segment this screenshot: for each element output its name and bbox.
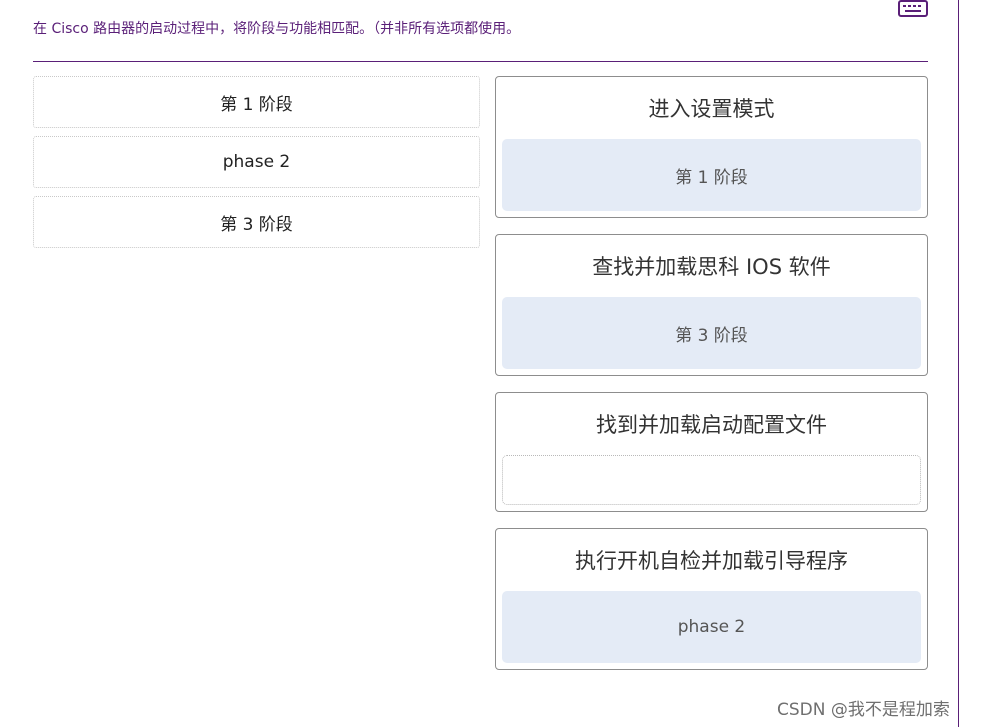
drop-zone[interactable]: phase 2 xyxy=(502,591,921,663)
question-instruction: 在 Cisco 路由器的启动过程中，将阶段与功能相匹配。（并非所有选项都使用。 xyxy=(33,21,521,37)
target-title: 进入设置模式 xyxy=(648,97,775,121)
drop-zone[interactable]: 第 3 阶段 xyxy=(502,297,921,369)
target-title: 执行开机自检并加载引导程序 xyxy=(575,549,848,573)
right-border xyxy=(958,0,959,727)
target-setup-mode: 进入设置模式 第 1 阶段 xyxy=(495,76,928,218)
empty-drop-zone[interactable] xyxy=(502,455,921,505)
target-list: 进入设置模式 第 1 阶段 查找并加载思科 IOS 软件 第 3 阶段 找到并加… xyxy=(495,76,928,686)
keyboard-icon[interactable] xyxy=(898,0,928,17)
target-title: 找到并加载启动配置文件 xyxy=(596,413,827,437)
option-stage-3[interactable]: 第 3 阶段 xyxy=(33,196,480,248)
option-phase-2[interactable]: phase 2 xyxy=(33,136,480,188)
target-load-ios: 查找并加载思科 IOS 软件 第 3 阶段 xyxy=(495,234,928,376)
source-options: 第 1 阶段 phase 2 第 3 阶段 xyxy=(33,76,480,256)
drop-zone[interactable]: 第 1 阶段 xyxy=(502,139,921,211)
csdn-watermark: CSDN @我不是程加索 xyxy=(777,700,950,720)
option-stage-1[interactable]: 第 1 阶段 xyxy=(33,76,480,128)
drag-drop-question: 在 Cisco 路由器的启动过程中，将阶段与功能相匹配。（并非所有选项都使用。 … xyxy=(0,0,983,727)
target-post-bootstrap: 执行开机自检并加载引导程序 phase 2 xyxy=(495,528,928,670)
target-load-startup-config: 找到并加载启动配置文件 xyxy=(495,392,928,512)
instruction-divider xyxy=(33,61,928,62)
target-title: 查找并加载思科 IOS 软件 xyxy=(592,255,831,279)
